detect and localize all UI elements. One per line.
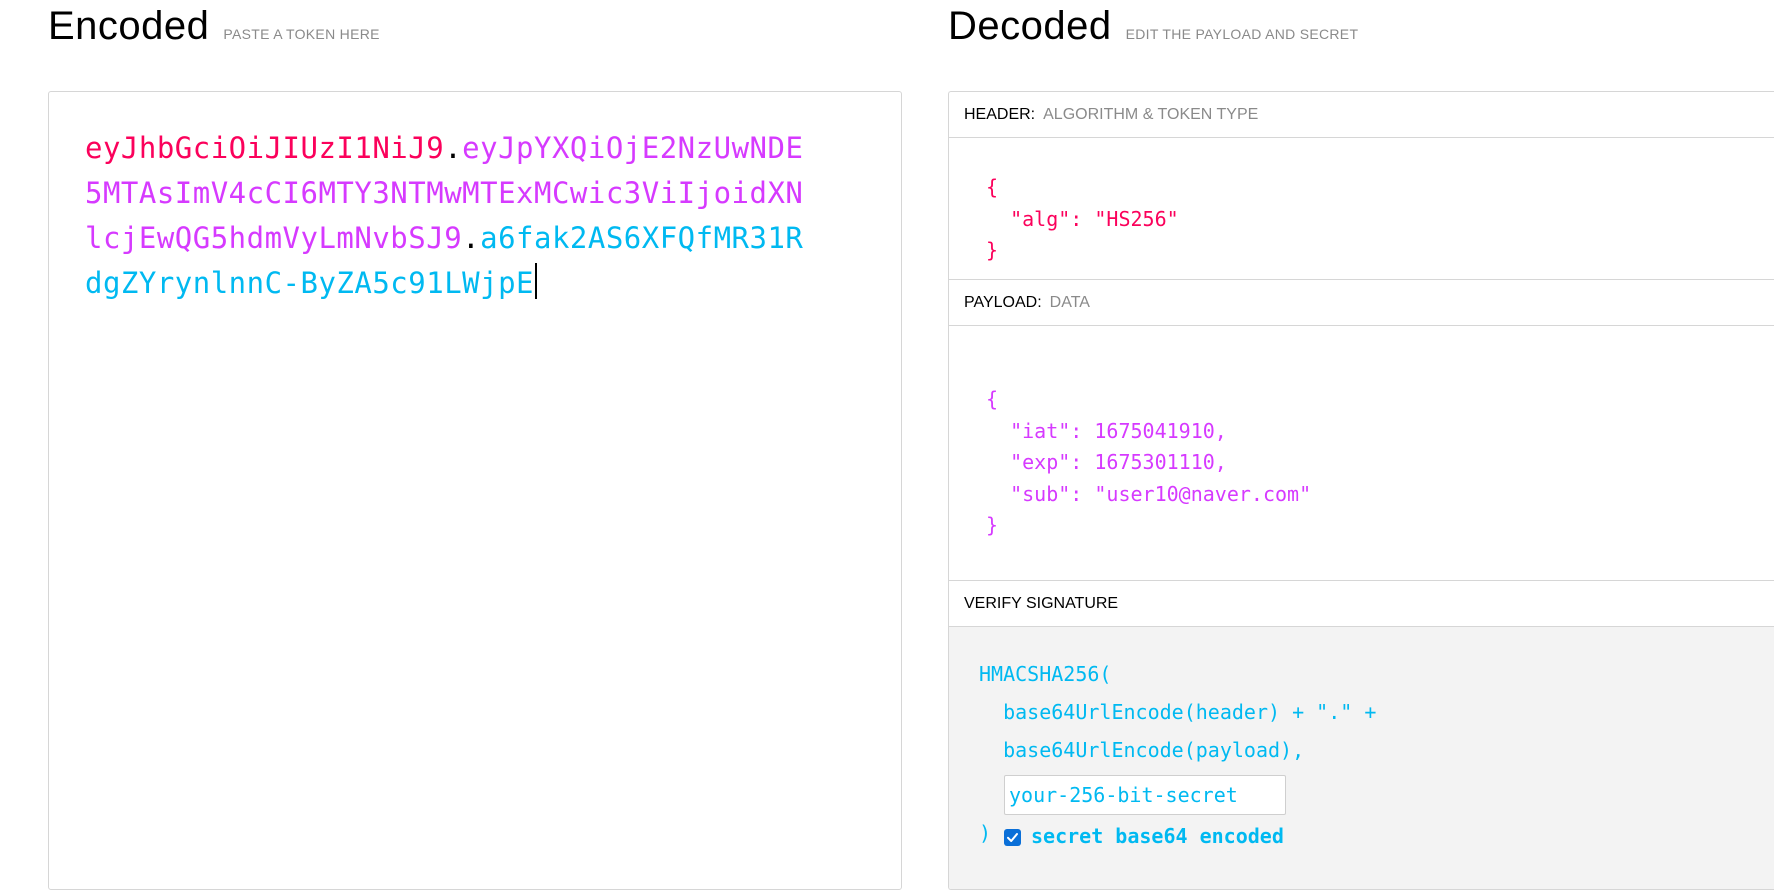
verify-signature-body: HMACSHA256( base64UrlEncode(header) + ".… [949, 627, 1774, 889]
encoded-token-text[interactable]: eyJhbGciOiJIUzI1NiJ9.eyJpYXQiOjE2NzUwNDE… [85, 126, 805, 306]
jwt-debugger-page: Encoded PASTE A TOKEN HERE Decoded EDIT … [0, 0, 1774, 892]
encoded-subtitle: PASTE A TOKEN HERE [223, 26, 380, 42]
hmac-line-3: base64UrlEncode(payload), [979, 738, 1305, 762]
header-section-heading: HEADER: ALGORITHM & TOKEN TYPE [949, 92, 1774, 138]
payload-section-heading: PAYLOAD: DATA [949, 280, 1774, 326]
encoded-heading: Encoded PASTE A TOKEN HERE [48, 4, 380, 49]
encoded-title: Encoded [48, 4, 210, 48]
checkmark-icon [1007, 833, 1018, 842]
base64-encoded-checkbox[interactable] [1004, 829, 1021, 846]
decoded-subtitle: EDIT THE PAYLOAD AND SECRET [1125, 26, 1359, 42]
base64-encoded-label[interactable]: secret base64 encoded [1031, 824, 1284, 848]
text-caret [535, 263, 537, 299]
header-section-label: HEADER: [964, 105, 1036, 123]
verify-section-heading: VERIFY SIGNATURE [949, 581, 1774, 627]
encoded-token-editor[interactable]: eyJhbGciOiJIUzI1NiJ9.eyJpYXQiOjE2NzUwNDE… [48, 91, 902, 890]
token-dot: . [462, 221, 481, 255]
payload-section-label: PAYLOAD: [964, 293, 1042, 311]
hmac-close-paren: ) [979, 821, 992, 845]
header-section-sub: ALGORITHM & TOKEN TYPE [1043, 105, 1259, 123]
token-dot: . [444, 131, 463, 165]
hmac-line-2: base64UrlEncode(header) + "." + [979, 700, 1377, 724]
token-header-part: eyJhbGciOiJIUzI1NiJ9 [85, 131, 445, 165]
header-json-editor[interactable]: { "alg": "HS256" } [986, 172, 1179, 267]
decoded-panel: HEADER: ALGORITHM & TOKEN TYPE { "alg": … [948, 91, 1774, 890]
decoded-heading: Decoded EDIT THE PAYLOAD AND SECRET [948, 4, 1358, 49]
payload-section-sub: DATA [1049, 293, 1090, 311]
decoded-title: Decoded [948, 4, 1112, 48]
payload-json-editor[interactable]: { "iat": 1675041910, "exp": 1675301110, … [986, 384, 1311, 542]
secret-input[interactable] [1004, 775, 1286, 815]
verify-section-label: VERIFY SIGNATURE [964, 594, 1119, 612]
hmac-line-1: HMACSHA256( [979, 662, 1112, 686]
